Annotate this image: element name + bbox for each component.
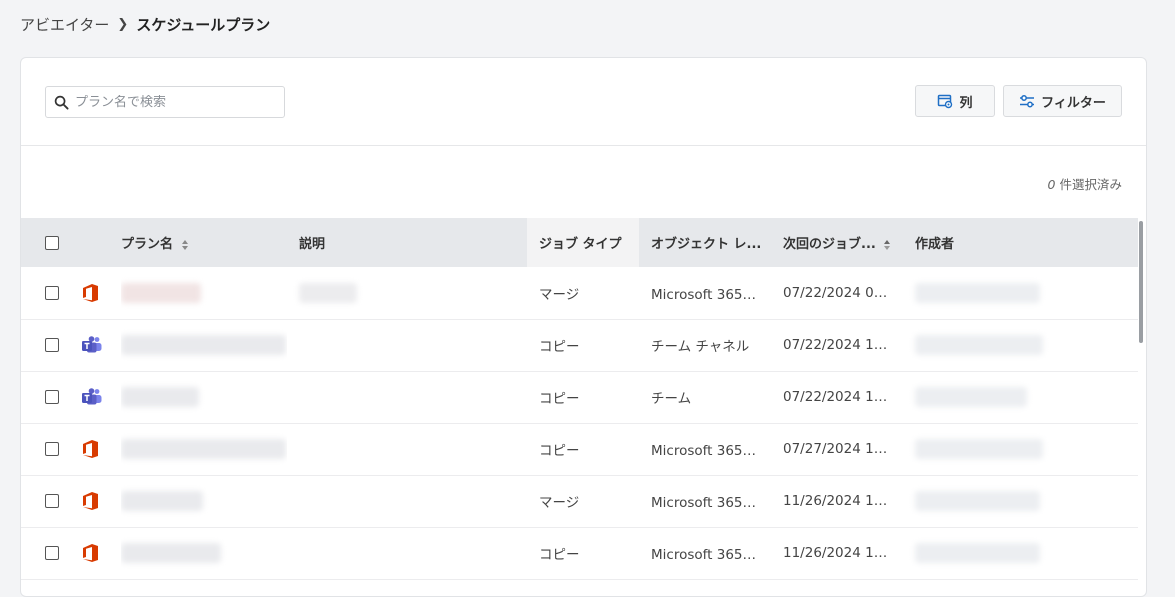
search-input[interactable] (75, 94, 275, 110)
column-header-object-level[interactable]: オブジェクト レ... (639, 218, 771, 267)
job-type-cell: コピー (539, 339, 580, 355)
sort-icon[interactable] (181, 239, 189, 251)
table-row[interactable]: コピー チーム チャネル 07/22/2024 11:42 (21, 319, 1138, 371)
column-header-description[interactable]: 説明 (287, 218, 527, 267)
creator-redacted (915, 282, 1040, 303)
creator-redacted (915, 335, 1043, 355)
row-checkbox[interactable] (45, 442, 59, 456)
toolbar: 列 フィルター (21, 58, 1146, 146)
plan-name-redacted[interactable] (121, 543, 221, 563)
object-level-cell: Microsoft 365 グ... (651, 286, 771, 303)
plans-table: プラン名 説明 ジョブ タイプ オブジェクト レ... 次回のジョブ... 作成… (21, 218, 1138, 580)
plan-name-redacted[interactable] (121, 335, 286, 355)
object-level-cell: チーム チャネル (651, 339, 750, 355)
selected-count: 0 件選択済み (1048, 174, 1122, 193)
plan-name-header-label: プラン名 (121, 237, 174, 252)
object-level-cell: Microsoft 365 グ... (651, 495, 771, 511)
teams-icon (81, 388, 121, 406)
column-header-plan-name[interactable]: プラン名 (121, 218, 287, 267)
filter-button-label: フィルター (1041, 95, 1106, 111)
column-header-next-job[interactable]: 次回のジョブ... (771, 218, 903, 267)
next-job-cell: 07/27/2024 15:00 (783, 441, 903, 457)
table-row[interactable]: コピー チーム 07/22/2024 14:00 (21, 371, 1138, 423)
creator-redacted (915, 491, 1040, 511)
next-job-header-label: 次回のジョブ... (783, 237, 876, 252)
column-header-creator[interactable]: 作成者 (903, 218, 1138, 267)
office-icon (81, 283, 121, 303)
row-checkbox[interactable] (45, 546, 59, 560)
row-checkbox[interactable] (45, 338, 59, 352)
job-type-cell: マージ (539, 495, 580, 511)
plan-name-redacted[interactable] (121, 387, 199, 407)
table-header-row: プラン名 説明 ジョブ タイプ オブジェクト レ... 次回のジョブ... 作成… (21, 218, 1138, 267)
plans-card: 列 フィルター 0件選択済み プラン名 (20, 57, 1147, 597)
table-row[interactable]: マージ Microsoft 365 グ... 07/22/2024 02:00 (21, 267, 1138, 319)
search-icon (54, 95, 69, 110)
office-icon (81, 491, 121, 511)
sort-icon[interactable] (883, 239, 891, 251)
columns-button-label: 列 (959, 95, 973, 111)
object-level-cell: Microsoft 365 グ... (651, 547, 771, 563)
creator-redacted (915, 543, 1040, 563)
object-level-cell: チーム (651, 391, 692, 407)
next-job-cell: 07/22/2024 11:42 (783, 337, 903, 353)
filter-button[interactable]: フィルター (1003, 85, 1122, 117)
row-checkbox[interactable] (45, 494, 59, 508)
description-redacted (299, 282, 357, 303)
office-icon (81, 543, 121, 563)
office-icon (81, 439, 121, 459)
columns-button[interactable]: 列 (915, 85, 995, 117)
teams-icon (81, 336, 121, 354)
table-row[interactable]: マージ Microsoft 365 グ... 11/26/2024 16:32 (21, 475, 1138, 527)
job-type-cell: コピー (539, 443, 580, 459)
next-job-cell: 07/22/2024 14:00 (783, 389, 903, 405)
selected-count-number: 0 (1047, 177, 1056, 192)
scrollbar[interactable] (1139, 221, 1143, 343)
column-header-job-type[interactable]: ジョブ タイプ (527, 218, 639, 267)
breadcrumb: アビエイター ❯ スケジュールプラン (20, 13, 270, 35)
row-checkbox[interactable] (45, 285, 59, 300)
columns-settings-icon (938, 94, 953, 109)
plan-name-redacted[interactable] (121, 491, 203, 511)
row-checkbox[interactable] (45, 390, 59, 404)
plan-name-redacted[interactable] (121, 282, 201, 303)
creator-redacted (915, 439, 1043, 459)
filter-sliders-icon (1020, 95, 1035, 108)
table-row[interactable]: コピー Microsoft 365 グ... 07/27/2024 15:00 (21, 423, 1138, 475)
page-title: スケジュールプラン (136, 15, 271, 34)
selected-count-suffix: 件選択済み (1059, 177, 1122, 192)
select-all-checkbox[interactable] (45, 235, 59, 250)
chevron-right-icon: ❯ (117, 16, 129, 32)
plan-name-redacted[interactable] (121, 439, 286, 459)
table-row[interactable]: コピー Microsoft 365 グ... 11/26/2024 19:00 (21, 527, 1138, 579)
job-type-cell: コピー (539, 547, 580, 563)
object-level-cell: Microsoft 365 グ... (651, 443, 771, 459)
next-job-cell: 11/26/2024 16:32 (783, 493, 903, 509)
job-type-cell: マージ (539, 286, 580, 303)
next-job-cell: 07/22/2024 02:00 (783, 284, 903, 301)
breadcrumb-parent-link[interactable]: アビエイター (20, 14, 109, 35)
search-box[interactable] (45, 86, 285, 118)
next-job-cell: 11/26/2024 19:00 (783, 545, 903, 561)
creator-redacted (915, 387, 1027, 407)
job-type-cell: コピー (539, 391, 580, 407)
